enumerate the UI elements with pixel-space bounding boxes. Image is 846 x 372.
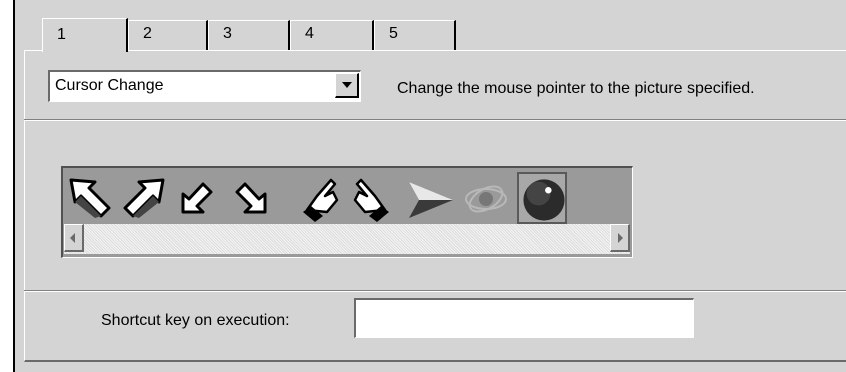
horizontal-scrollbar[interactable] [64,224,630,254]
tab-3-label: 3 [223,25,232,42]
tab-3[interactable]: 3 [208,20,290,50]
arrow-se-icon[interactable] [225,172,275,224]
action-type-select[interactable]: Cursor Change [48,70,361,102]
tab-5[interactable]: 5 [374,20,456,50]
action-description: Change the mouse pointer to the picture … [397,80,755,97]
sphere-icon[interactable] [517,172,567,224]
arrow-ne-icon[interactable] [119,172,169,224]
tab-4[interactable]: 4 [290,20,374,50]
action-type-value: Cursor Change [55,77,164,94]
scroll-left-button[interactable] [64,224,84,252]
separator-top [24,119,846,121]
tab-2-label: 2 [143,25,152,42]
scroll-left-arrow-icon [70,233,75,243]
hand-point-left-icon[interactable] [297,172,347,224]
arrowhead-3d-icon[interactable] [405,172,455,224]
tab-1[interactable]: 1 [42,18,128,52]
tab-4-label: 4 [305,25,314,42]
shortcut-key-label: Shortcut key on execution: [101,312,290,329]
chevron-down-icon [342,82,352,88]
hand-point-right-icon[interactable] [345,172,395,224]
arrow-nw-icon[interactable] [65,172,115,224]
scroll-right-arrow-icon [618,233,623,243]
dropdown-button[interactable] [335,73,359,98]
cursor-picture-list[interactable] [61,166,633,258]
tab-5-label: 5 [389,25,398,42]
separator-bottom [24,290,846,292]
atom-icon[interactable] [461,172,511,224]
tab-2[interactable]: 2 [128,20,208,50]
tab-1-label: 1 [57,26,66,43]
scroll-right-button[interactable] [610,224,630,252]
shortcut-key-input[interactable] [354,298,694,338]
arrow-sw-icon[interactable] [173,172,223,224]
